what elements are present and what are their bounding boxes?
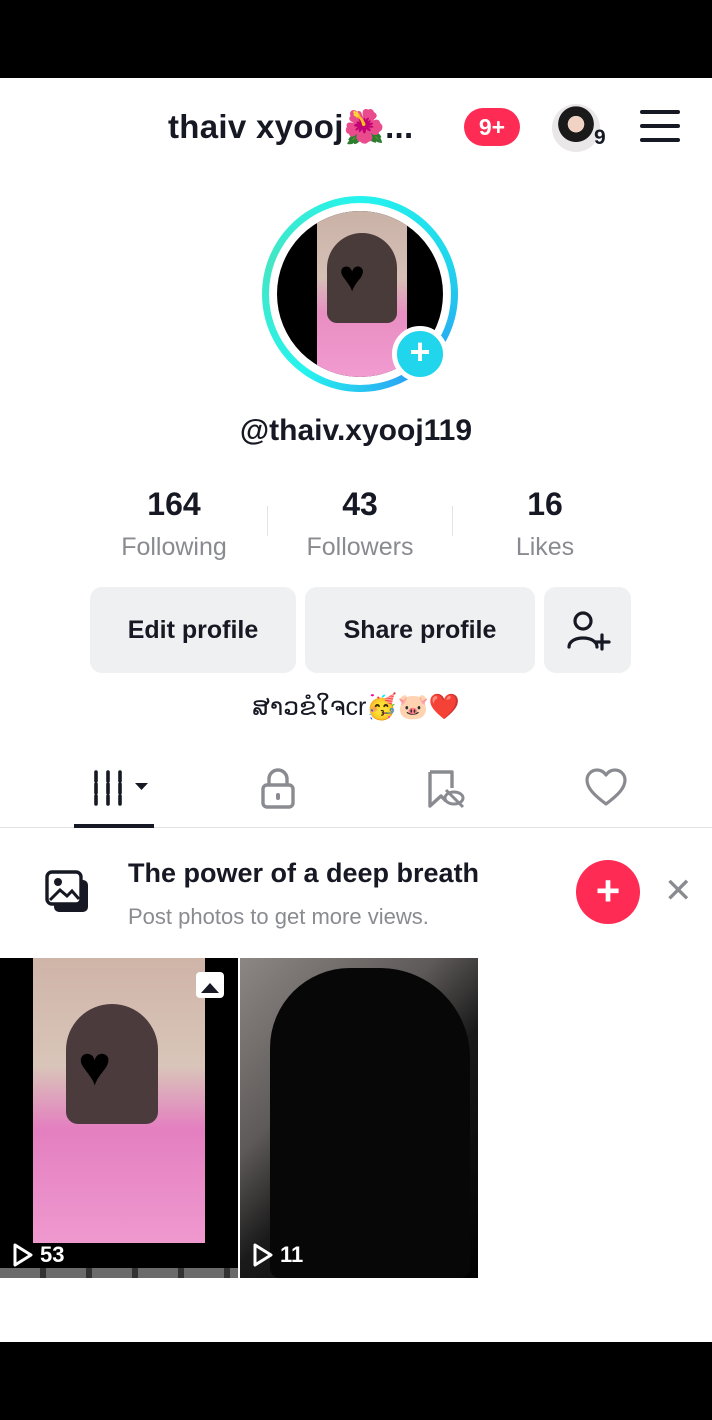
heart-sticker-icon: ♥ [78,1034,112,1097]
stat-likes[interactable]: 16 Likes [465,486,625,562]
tab-reposts[interactable] [422,766,466,810]
account-switcher-avatar[interactable] [552,104,600,152]
posts-grid: ♥ 53 11 [0,958,712,1278]
banner-title: The power of a deep breath [128,858,480,888]
play-icon [253,1243,273,1267]
profile-username[interactable]: thaiv xyooj🌺... [168,108,413,147]
lock-icon [261,768,295,809]
top-bar: thaiv xyooj🌺... 9+ 9 [0,78,712,178]
post-thumbnail[interactable]: ♥ 53 [0,958,238,1278]
bookmark-hidden-icon [428,770,465,809]
tab-videos[interactable] [92,766,152,810]
close-icon[interactable]: ✕ [664,874,693,908]
banner-subtitle: Post photos to get more views. [128,904,429,929]
heart-sticker-icon: ♥ [339,252,366,301]
account-count: 9 [594,126,606,149]
view-count: 53 [12,1242,64,1268]
menu-icon[interactable] [640,110,680,142]
stat-divider [267,506,268,536]
heart-icon [585,768,627,806]
stat-followers[interactable]: 43 Followers [280,486,440,562]
view-count: 11 [252,1242,303,1268]
profile-bio: ສາວຂໍໃຈcr🥳🐷❤️ [252,693,460,721]
stat-divider [452,506,453,536]
edit-profile-button[interactable]: Edit profile [90,587,296,673]
tab-private[interactable] [256,766,300,810]
content-tabs [0,750,712,828]
notification-badge[interactable]: 9+ [464,108,520,146]
play-icon [13,1243,33,1267]
photo-promo-banner: The power of a deep breath Post photos t… [0,828,712,958]
post-thumbnail[interactable]: 11 [240,958,478,1278]
profile-screen: thaiv xyooj🌺... 9+ 9 ♥ + @thaiv.xyooj119… [0,78,712,1342]
photo-post-icon [196,972,224,998]
tab-liked[interactable] [584,766,628,810]
add-friends-button[interactable] [544,587,631,673]
add-avatar-icon[interactable]: + [392,326,448,382]
stat-following[interactable]: 164 Following [94,486,254,562]
profile-handle: @thaiv.xyooj119 [239,414,473,447]
grid-icon [94,770,148,806]
photos-icon [45,870,88,912]
add-user-icon [566,611,611,651]
post-photo-button[interactable]: + [576,860,640,924]
share-profile-button[interactable]: Share profile [305,587,535,673]
